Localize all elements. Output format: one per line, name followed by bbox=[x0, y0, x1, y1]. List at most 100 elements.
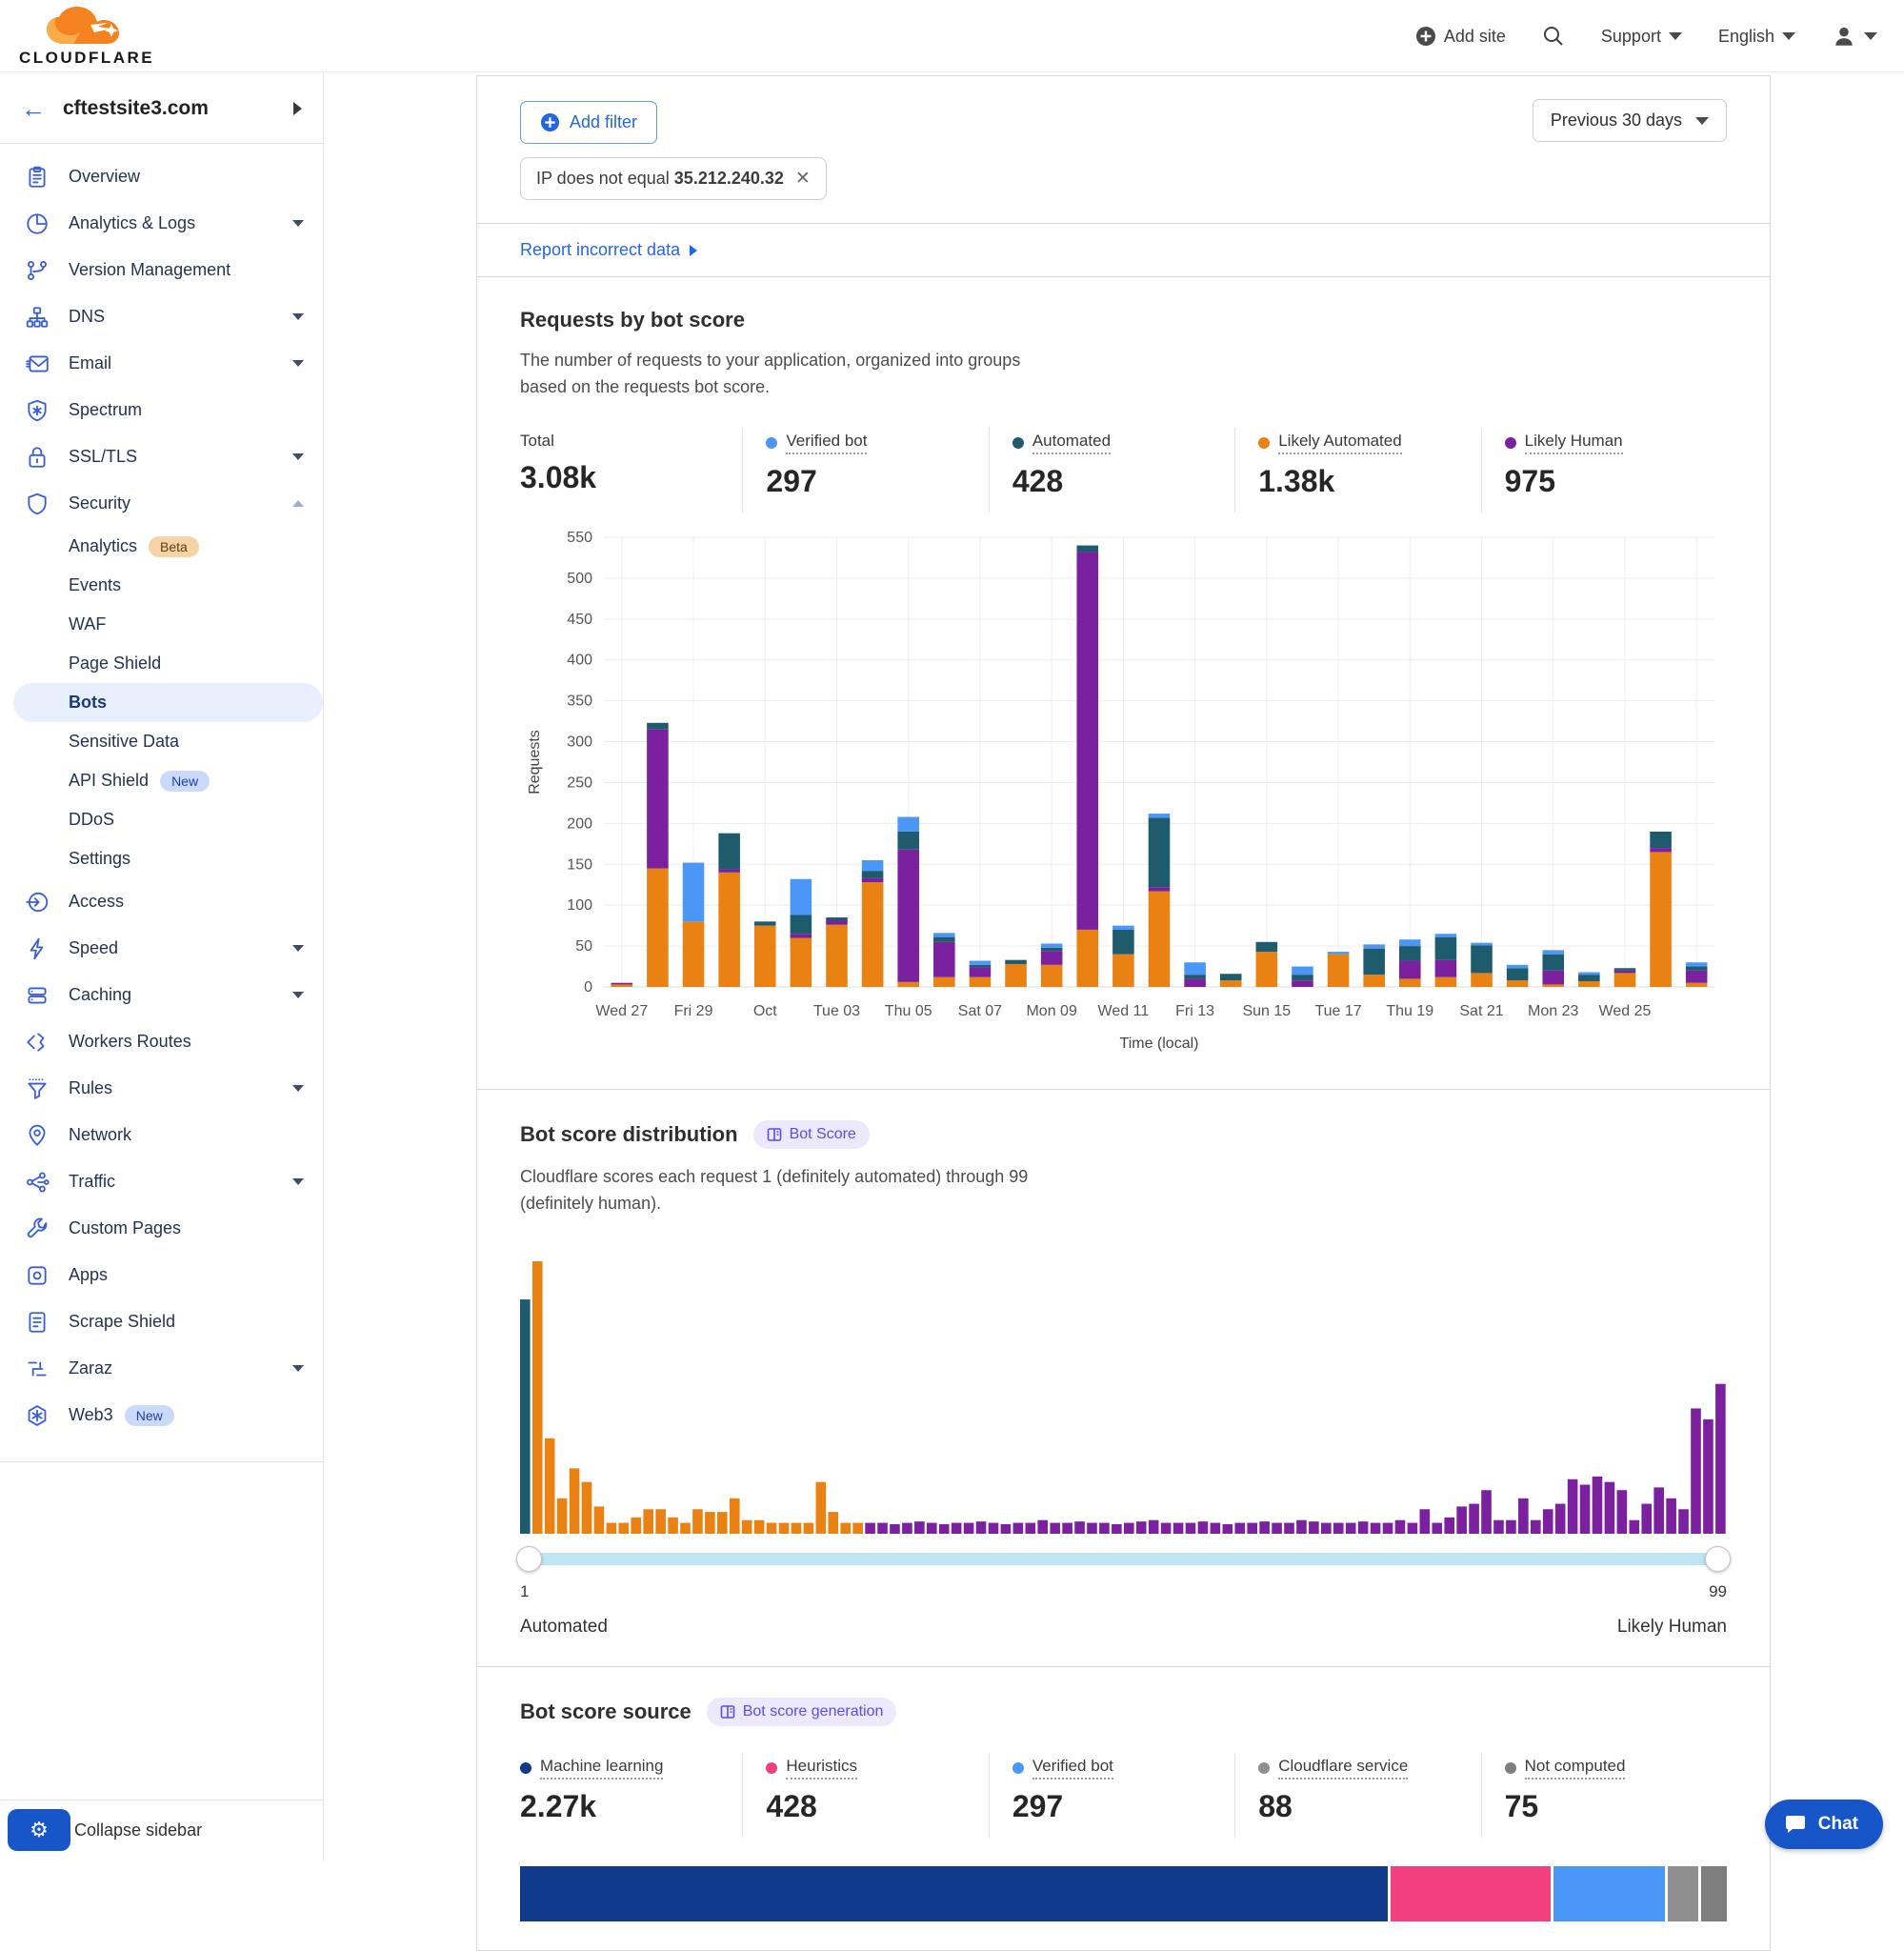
sidebar-subitem-page-shield[interactable]: Page Shield bbox=[0, 644, 323, 683]
account-menu[interactable] bbox=[1832, 24, 1877, 49]
sidebar-subitem-ddos[interactable]: DDoS bbox=[0, 800, 323, 839]
sidebar-item-label: Security bbox=[69, 493, 130, 513]
stat-label[interactable]: Verified bot bbox=[1012, 1757, 1113, 1780]
sidebar-item-label: Web3 bbox=[69, 1405, 113, 1425]
source-bar-segment-machine-learning[interactable] bbox=[520, 1866, 1388, 1921]
stat-label[interactable]: Likely Human bbox=[1505, 432, 1623, 454]
stat-value: 2.27k bbox=[520, 1789, 742, 1824]
slider-handle-max[interactable] bbox=[1705, 1546, 1731, 1572]
sidebar-item-label: Email bbox=[69, 353, 111, 373]
stat-value: 975 bbox=[1505, 464, 1727, 499]
stacked-bar-chart: 050100150200250300350400450500550Wed 27F… bbox=[520, 522, 1728, 1056]
sidebar-item-zaraz[interactable]: Zaraz bbox=[0, 1345, 323, 1392]
sidebar-item-analytics-logs[interactable]: Analytics & Logs bbox=[0, 200, 323, 247]
stat-label[interactable]: Likely Automated bbox=[1258, 432, 1401, 454]
svg-text:Tue 03: Tue 03 bbox=[813, 1003, 860, 1019]
sidebar-subitem-label: WAF bbox=[69, 614, 106, 634]
sidebar-subitem-bots[interactable]: Bots bbox=[13, 683, 323, 722]
add-site-button[interactable]: Add site bbox=[1415, 26, 1506, 47]
chat-button[interactable]: Chat bbox=[1765, 1800, 1883, 1849]
slider-track[interactable] bbox=[522, 1553, 1725, 1565]
user-icon bbox=[1832, 24, 1856, 49]
sidebar-subitem-events[interactable]: Events bbox=[0, 566, 323, 605]
sidebar-item-apps[interactable]: Apps bbox=[0, 1252, 323, 1298]
report-row: Report incorrect data bbox=[477, 224, 1770, 277]
bot-score-generation-badge[interactable]: Bot score generation bbox=[707, 1698, 897, 1726]
requests-stats-row: Total 3.08kVerified bot 297Automated 428… bbox=[520, 428, 1727, 513]
sidebar-item-custom-pages[interactable]: Custom Pages bbox=[0, 1205, 323, 1252]
report-incorrect-data-link[interactable]: Report incorrect data bbox=[520, 240, 680, 260]
date-range-dropdown[interactable]: Previous 30 days bbox=[1533, 99, 1727, 142]
stat-label[interactable]: Not computed bbox=[1505, 1757, 1626, 1780]
legend-dot bbox=[1505, 1762, 1516, 1774]
sidebar-item-access[interactable]: Access bbox=[0, 878, 323, 925]
sidebar-subitem-analytics[interactable]: AnalyticsBeta bbox=[0, 527, 323, 566]
sidebar-item-label: Rules bbox=[69, 1078, 112, 1098]
sidebar-item-spectrum[interactable]: Spectrum bbox=[0, 387, 323, 433]
sidebar-subitem-api-shield[interactable]: API ShieldNew bbox=[0, 761, 323, 800]
stat-value: 1.38k bbox=[1258, 464, 1480, 499]
sidebar-item-label: Network bbox=[69, 1125, 131, 1145]
stat-label[interactable]: Verified bot bbox=[766, 432, 867, 454]
sidebar-item-dns[interactable]: DNS bbox=[0, 293, 323, 340]
branch-icon bbox=[25, 258, 50, 283]
slider-handle-min[interactable] bbox=[516, 1546, 542, 1572]
collapse-sidebar-button[interactable]: Collapse sidebar bbox=[74, 1820, 202, 1840]
sidebar-item-email[interactable]: Email bbox=[0, 340, 323, 387]
source-bar-segment-cloudflare-service[interactable] bbox=[1665, 1866, 1698, 1921]
source-stat-not-computed: Not computed 75 bbox=[1481, 1753, 1727, 1838]
svg-text:250: 250 bbox=[567, 774, 592, 791]
sidebar-item-rules[interactable]: Rules bbox=[0, 1065, 323, 1112]
code-icon bbox=[25, 1030, 50, 1055]
section-title: Requests by bot score bbox=[520, 308, 745, 332]
source-bar-segment-verified-bot[interactable] bbox=[1551, 1866, 1664, 1921]
svg-text:Thu 05: Thu 05 bbox=[885, 1003, 932, 1019]
site-switcher[interactable]: ← cftestsite3.com bbox=[0, 73, 323, 144]
sidebar-item-speed[interactable]: Speed bbox=[0, 925, 323, 972]
svg-text:200: 200 bbox=[567, 815, 592, 832]
sidebar-item-workers-routes[interactable]: Workers Routes bbox=[0, 1018, 323, 1065]
search-button[interactable] bbox=[1542, 25, 1565, 48]
sidebar-item-caching[interactable]: Caching bbox=[0, 972, 323, 1018]
filter-chip[interactable]: IP does not equal 35.212.240.32 ✕ bbox=[520, 157, 827, 200]
sidebar-item-network[interactable]: Network bbox=[0, 1112, 323, 1158]
remove-filter-icon[interactable]: ✕ bbox=[795, 168, 811, 190]
stat-label[interactable]: Automated bbox=[1012, 432, 1111, 454]
source-stat-cloudflare-service: Cloudflare service 88 bbox=[1234, 1753, 1480, 1838]
source-bar-segment-heuristics[interactable] bbox=[1388, 1866, 1552, 1921]
sidebar-item-label: Apps bbox=[69, 1265, 108, 1285]
support-menu[interactable]: Support bbox=[1601, 27, 1682, 47]
svg-text:100: 100 bbox=[567, 897, 592, 914]
cloudflare-logo[interactable]: CLOUDFLARE bbox=[19, 6, 152, 68]
sidebar-subitem-settings[interactable]: Settings bbox=[0, 839, 323, 878]
sidebar-item-overview[interactable]: Overview bbox=[0, 153, 323, 200]
back-arrow-icon[interactable]: ← bbox=[21, 96, 46, 121]
sidebar-item-traffic[interactable]: Traffic bbox=[0, 1158, 323, 1205]
bot-score-badge[interactable]: Bot Score bbox=[753, 1120, 870, 1149]
sidebar-item-scrape-shield[interactable]: Scrape Shield bbox=[0, 1298, 323, 1345]
sidebar-subitem-waf[interactable]: WAF bbox=[0, 605, 323, 644]
svg-text:Oct: Oct bbox=[753, 1003, 777, 1019]
sidebar-item-version-management[interactable]: Version Management bbox=[0, 247, 323, 293]
add-filter-button[interactable]: Add filter bbox=[520, 101, 657, 144]
sidebar-subitem-label: Bots bbox=[69, 693, 107, 713]
svg-text:Sat 07: Sat 07 bbox=[958, 1003, 1002, 1019]
sidebar-item-ssl-tls[interactable]: SSL/TLS bbox=[0, 433, 323, 480]
section-title: Bot score distribution bbox=[520, 1122, 738, 1147]
sidebar: ← cftestsite3.com Overview Analytics & L… bbox=[0, 73, 324, 1860]
sidebar-item-web3[interactable]: Web3New bbox=[0, 1392, 323, 1438]
legend-dot bbox=[1505, 437, 1516, 449]
stat-label[interactable]: Machine learning bbox=[520, 1757, 663, 1780]
language-menu[interactable]: English bbox=[1718, 27, 1795, 47]
preferences-gear-button[interactable]: ⚙ bbox=[8, 1809, 70, 1851]
sidebar-subitem-sensitive-data[interactable]: Sensitive Data bbox=[0, 722, 323, 761]
source-bar-segment-not-computed[interactable] bbox=[1698, 1866, 1727, 1921]
section-description: Cloudflare scores each request 1 (defini… bbox=[520, 1164, 1034, 1217]
stat-label[interactable]: Heuristics bbox=[766, 1757, 857, 1780]
stat-label[interactable]: Cloudflare service bbox=[1258, 1757, 1408, 1780]
svg-text:50: 50 bbox=[575, 938, 592, 955]
sidebar-subitem-label: Settings bbox=[69, 849, 130, 869]
svg-text:Wed 11: Wed 11 bbox=[1098, 1003, 1150, 1019]
sidebar-item-security[interactable]: Security bbox=[0, 480, 323, 527]
stat-value: 428 bbox=[1012, 464, 1234, 499]
